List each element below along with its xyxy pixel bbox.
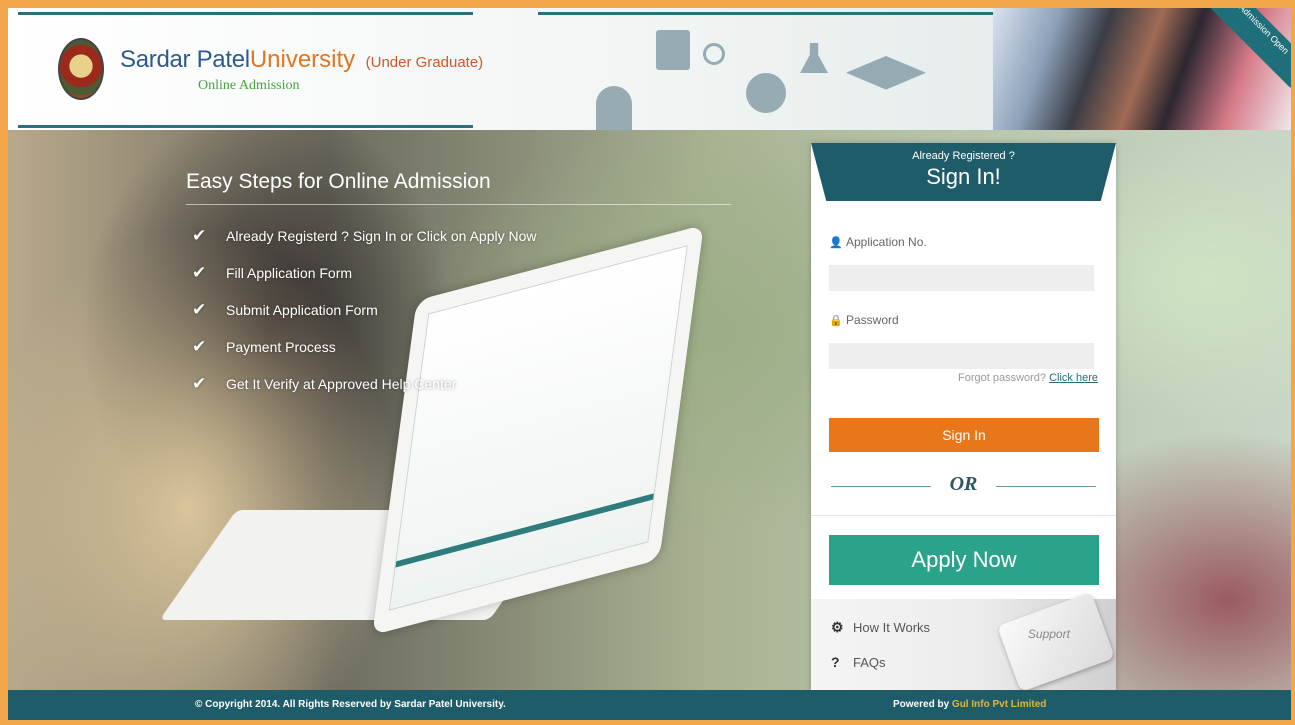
hero-banner: Easy Steps for Online Admission ✔ Already… <box>8 130 1291 690</box>
check-icon: ✔ <box>192 336 207 356</box>
powered-by-label: Powered by <box>893 699 950 710</box>
check-icon: ✔ <box>192 373 207 393</box>
brand-tagline: Online Admission <box>198 78 300 93</box>
application-no-input[interactable] <box>829 265 1094 291</box>
step-text: Get It Verify at Approved Help Center <box>226 375 457 392</box>
password-label: 🔒 Password <box>829 313 899 327</box>
gear-icon: ⚙ <box>831 619 844 635</box>
flask-icon <box>800 43 828 73</box>
forgot-password-text: Forgot password? <box>957 372 1047 384</box>
brand-title: Sardar Patel University (Under Graduate)… <box>120 46 484 93</box>
header-rule <box>18 125 473 128</box>
brand-name: Sardar Patel <box>120 46 250 73</box>
check-icon: ✔ <box>192 299 207 319</box>
forgot-password: Forgot password? Click here <box>958 372 1098 384</box>
step-item: ✔ Already Registerd ? Sign In or Click on… <box>186 217 731 254</box>
globe-icon <box>746 73 786 113</box>
page-frame: Sardar Patel University (Under Graduate)… <box>8 8 1291 720</box>
person-silhouette-icon <box>596 86 632 130</box>
powered-by: Powered by Gul Info Pvt Limited <box>893 699 1046 710</box>
check-icon: ✔ <box>192 225 207 245</box>
signin-title: Sign In! <box>926 164 1001 189</box>
faqs-text: FAQs <box>853 654 886 670</box>
faqs-link[interactable]: ? FAQs <box>831 654 886 670</box>
help-links-area: Support ⚙ How It Works ? FAQs <box>811 592 1116 690</box>
step-item: ✔ Fill Application Form <box>186 254 731 291</box>
step-item: ✔ Submit Application Form <box>186 291 731 328</box>
question-icon: ? <box>831 654 840 670</box>
signin-panel: Already Registered ? Sign In! 👤 Applicat… <box>811 143 1116 690</box>
site-footer: © Copyright 2014. All Rights Reserved by… <box>8 690 1291 720</box>
how-it-works-text: How It Works <box>853 620 931 635</box>
header-rule <box>18 12 473 15</box>
university-logo <box>58 38 104 100</box>
apply-now-button[interactable]: Apply Now <box>829 535 1099 585</box>
book-icon <box>656 30 690 70</box>
password-label-text: Password <box>846 313 899 327</box>
signin-header: Already Registered ? Sign In! <box>811 143 1116 201</box>
support-key-image: Support <box>997 592 1115 690</box>
step-item: ✔ Get It Verify at Approved Help Center <box>186 365 731 402</box>
brand-subtitle: (Under Graduate) <box>365 54 484 71</box>
brand-name-accent: University <box>249 46 356 73</box>
user-icon: 👤 <box>829 237 843 249</box>
step-text: Fill Application Form <box>226 264 353 281</box>
admission-steps: Easy Steps for Online Admission ✔ Already… <box>186 170 731 402</box>
copyright-text: © Copyright 2014. All Rights Reserved by… <box>195 699 506 710</box>
signin-button[interactable]: Sign In <box>829 418 1099 452</box>
step-text: Payment Process <box>226 338 336 355</box>
step-text: Submit Application Form <box>226 301 378 318</box>
or-divider: OR <box>831 473 1096 496</box>
application-no-label-text: Application No. <box>846 235 927 249</box>
panel-divider <box>811 515 1116 516</box>
award-icon <box>703 43 725 65</box>
powered-by-company[interactable]: Gul Info Pvt Limited <box>952 699 1046 710</box>
check-icon: ✔ <box>192 262 207 282</box>
steps-list: ✔ Already Registerd ? Sign In or Click on… <box>186 217 731 402</box>
step-item: ✔ Payment Process <box>186 328 731 365</box>
site-header: Sardar Patel University (Under Graduate)… <box>8 8 1291 130</box>
password-input[interactable] <box>829 343 1094 369</box>
signin-pre-title: Already Registered ? <box>912 150 1015 162</box>
how-it-works-link[interactable]: ⚙ How It Works <box>831 619 930 636</box>
step-text: Already Registerd ? Sign In or Click on … <box>226 227 537 244</box>
graduation-cap-icon <box>846 56 926 90</box>
steps-title: Easy Steps for Online Admission <box>186 170 731 205</box>
application-no-label: 👤 Application No. <box>829 235 927 249</box>
or-text: OR <box>949 473 978 495</box>
forgot-password-link[interactable]: Click here <box>1049 372 1098 384</box>
lock-icon: 🔒 <box>829 315 843 327</box>
